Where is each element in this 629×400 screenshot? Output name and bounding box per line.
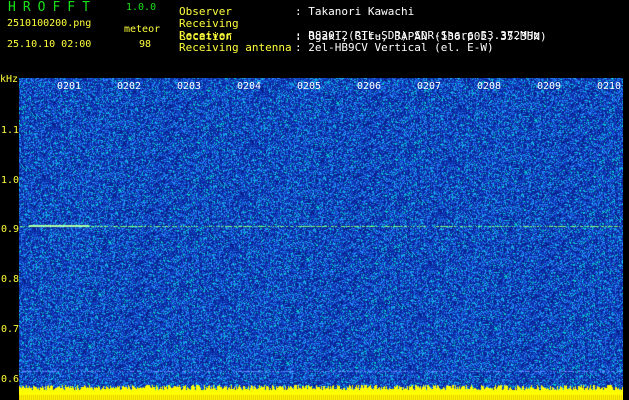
app-title: HROFFT bbox=[8, 0, 97, 15]
x-tick-label: 0206 bbox=[357, 81, 382, 92]
x-tick-label: 0204 bbox=[237, 81, 262, 92]
x-tick-label: 0210 bbox=[597, 81, 622, 92]
app-version: 1.0.0 bbox=[126, 2, 157, 13]
date-time: 25.10.10 02:00 bbox=[7, 39, 92, 50]
x-tick-label: 0202 bbox=[117, 81, 142, 92]
y-tick-label: 1.1 bbox=[1, 125, 20, 136]
x-tick-label: 0201 bbox=[57, 81, 82, 92]
info-row-antenna: Receiving antenna: 2el-HB9CV Vertical (e… bbox=[179, 41, 494, 54]
info-value: : 2el-HB9CV Vertical (el. E-W) bbox=[295, 41, 494, 54]
y-tick-label: 0.6 bbox=[1, 374, 20, 385]
y-tick-label: 1.0 bbox=[1, 175, 20, 186]
spectrogram-canvas[interactable] bbox=[19, 78, 623, 400]
y-tick-label: 0.7 bbox=[1, 324, 20, 335]
y-tick-label: 0.9 bbox=[1, 224, 20, 235]
meteor-count: 98 bbox=[139, 39, 152, 50]
x-tick-label: 0207 bbox=[417, 81, 442, 92]
x-tick-label: 0209 bbox=[537, 81, 562, 92]
spectrogram-area[interactable] bbox=[19, 78, 623, 400]
meteor-label: meteor bbox=[124, 24, 161, 35]
x-tick-label: 0205 bbox=[297, 81, 322, 92]
file-name: 2510100200.png bbox=[7, 18, 92, 29]
info-key: Receiving antenna bbox=[179, 41, 292, 54]
x-tick-label: 0203 bbox=[177, 81, 202, 92]
frequency-unit: kHz bbox=[0, 74, 19, 85]
y-tick-label: 0.8 bbox=[1, 274, 20, 285]
x-tick-label: 0208 bbox=[477, 81, 502, 92]
